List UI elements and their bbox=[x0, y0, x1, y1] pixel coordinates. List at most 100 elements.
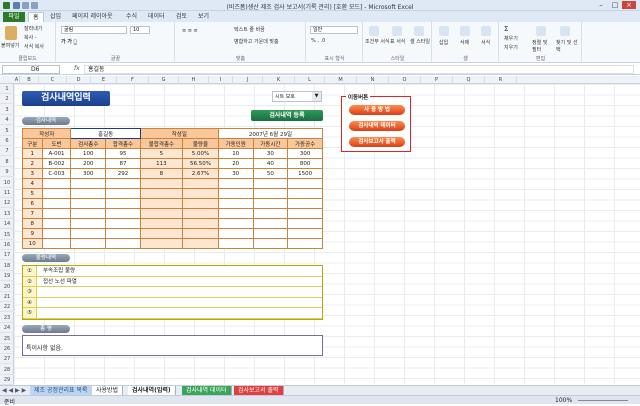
table-cell[interactable] bbox=[252, 238, 289, 249]
table-cell[interactable]: 2 bbox=[22, 158, 43, 169]
defect-row[interactable]: ③ bbox=[23, 287, 322, 298]
table-cell[interactable] bbox=[252, 188, 289, 199]
table-cell[interactable]: 292 bbox=[105, 168, 141, 179]
table-cell[interactable] bbox=[139, 228, 184, 239]
table-cell[interactable]: 40 bbox=[252, 158, 289, 169]
table-cell[interactable] bbox=[70, 228, 107, 239]
table-cell[interactable] bbox=[41, 178, 72, 189]
find-select-icon[interactable] bbox=[560, 26, 570, 36]
column-header[interactable]: P bbox=[421, 76, 453, 84]
table-cell[interactable] bbox=[70, 208, 107, 219]
cell-style-button[interactable]: 셀 스타일 bbox=[410, 38, 430, 45]
nav-usage-button[interactable]: 사 용 방 법 bbox=[349, 105, 405, 115]
bold-button[interactable]: 가 가 가̲ bbox=[61, 38, 77, 45]
table-cell[interactable] bbox=[287, 178, 323, 189]
table-cell[interactable]: 5 bbox=[139, 148, 184, 159]
row-header[interactable]: 18 bbox=[0, 261, 14, 271]
table-cell[interactable] bbox=[182, 238, 219, 249]
table-cell[interactable]: 9 bbox=[22, 228, 43, 239]
author-cell[interactable]: 홍길동 bbox=[70, 128, 141, 139]
table-cell[interactable] bbox=[252, 228, 289, 239]
date-cell[interactable]: 2007년 6월 29일 bbox=[217, 128, 324, 139]
table-cell[interactable] bbox=[287, 188, 323, 199]
delete-cells-button[interactable]: 삭제 bbox=[460, 39, 469, 46]
defect-row[interactable]: ② 접선 노선 파열 bbox=[23, 276, 322, 287]
number-format-combo[interactable]: 일반 bbox=[310, 26, 358, 34]
zoom-slider[interactable] bbox=[578, 400, 628, 401]
table-cell[interactable] bbox=[182, 188, 219, 199]
table-cell[interactable] bbox=[139, 218, 184, 229]
table-cell[interactable]: C-003 bbox=[41, 168, 72, 179]
row-header[interactable]: 1 bbox=[0, 84, 14, 94]
minimize-icon[interactable]: – bbox=[594, 1, 608, 9]
row-header[interactable]: 8 bbox=[0, 157, 14, 167]
tab-home[interactable]: 홈 bbox=[28, 12, 44, 22]
zoom-level[interactable]: 100% bbox=[555, 397, 572, 404]
row-header[interactable]: 10 bbox=[0, 178, 14, 188]
table-cell[interactable]: 113 bbox=[139, 158, 184, 169]
table-cell[interactable] bbox=[105, 188, 141, 199]
table-cell[interactable] bbox=[41, 238, 72, 249]
row-header[interactable]: 23 bbox=[0, 313, 14, 323]
table-cell[interactable] bbox=[287, 238, 323, 249]
table-cell[interactable] bbox=[70, 238, 107, 249]
tab-formulas[interactable]: 수식 bbox=[122, 12, 141, 22]
column-header[interactable]: K bbox=[263, 76, 295, 84]
row-header[interactable]: 26 bbox=[0, 344, 14, 354]
table-cell[interactable] bbox=[217, 228, 254, 239]
merge-center-button[interactable]: 병합하고 가운데 맞춤 bbox=[234, 38, 279, 45]
table-cell[interactable]: 7 bbox=[22, 208, 43, 219]
table-cell[interactable]: 5.00% bbox=[182, 148, 219, 159]
row-header[interactable]: 24 bbox=[0, 323, 14, 334]
table-cell[interactable] bbox=[41, 198, 72, 209]
row-header[interactable]: 15 bbox=[0, 230, 14, 240]
font-name-combo[interactable]: 굴림 bbox=[61, 26, 127, 34]
row-header[interactable]: 16 bbox=[0, 240, 14, 250]
table-cell[interactable] bbox=[139, 198, 184, 209]
fill-button[interactable]: 채우기 bbox=[504, 35, 518, 42]
table-cell[interactable]: 10 bbox=[217, 148, 254, 159]
defect-text[interactable] bbox=[37, 308, 43, 318]
column-header[interactable]: B bbox=[20, 76, 39, 84]
maximize-icon[interactable]: □ bbox=[608, 1, 622, 9]
column-header[interactable]: N bbox=[357, 76, 389, 84]
table-cell[interactable]: 10 bbox=[22, 238, 43, 249]
table-cell[interactable] bbox=[287, 218, 323, 229]
table-cell[interactable] bbox=[41, 228, 72, 239]
tab-file[interactable]: 파일 bbox=[3, 12, 25, 22]
table-cell[interactable]: 6 bbox=[22, 198, 43, 209]
copy-button[interactable]: 복사 - bbox=[24, 34, 37, 41]
sort-filter-icon[interactable] bbox=[536, 26, 546, 36]
conditional-format-button[interactable]: 조건부 서식 bbox=[365, 38, 390, 45]
column-header[interactable]: C bbox=[39, 76, 67, 84]
delete-cells-icon[interactable] bbox=[460, 26, 470, 36]
table-cell[interactable] bbox=[287, 228, 323, 239]
table-cell[interactable] bbox=[105, 228, 141, 239]
tab-review[interactable]: 검토 bbox=[172, 12, 191, 22]
table-cell[interactable]: 56.50% bbox=[182, 158, 219, 169]
table-cell[interactable]: 30 bbox=[252, 148, 289, 159]
table-cell[interactable] bbox=[252, 208, 289, 219]
column-header[interactable]: L bbox=[295, 76, 325, 84]
tab-insert[interactable]: 삽입 bbox=[46, 12, 65, 22]
table-cell[interactable]: 800 bbox=[287, 158, 323, 169]
row-header[interactable]: 19 bbox=[0, 271, 14, 282]
table-cell[interactable] bbox=[217, 188, 254, 199]
autosum-button[interactable]: Σ bbox=[504, 25, 508, 33]
table-cell[interactable]: 50 bbox=[252, 168, 289, 179]
paste-button[interactable]: 붙여넣기 bbox=[1, 42, 19, 49]
nav-data-button[interactable]: 검사내역 데이터 bbox=[349, 121, 405, 131]
defect-row[interactable]: ⑤ bbox=[23, 308, 322, 319]
table-cell[interactable] bbox=[105, 218, 141, 229]
row-header[interactable]: 28 bbox=[0, 365, 14, 375]
row-header[interactable]: 17 bbox=[0, 250, 14, 261]
row-header[interactable]: 20 bbox=[0, 282, 14, 292]
clear-button[interactable]: 지우기 bbox=[504, 44, 518, 51]
defect-text[interactable] bbox=[37, 298, 43, 308]
table-format-button[interactable]: 표 서식 bbox=[390, 38, 405, 45]
row-header[interactable]: 21 bbox=[0, 292, 14, 302]
column-header[interactable]: M bbox=[325, 76, 357, 84]
row-header[interactable]: 6 bbox=[0, 136, 14, 146]
table-cell[interactable] bbox=[217, 198, 254, 209]
format-cells-icon[interactable] bbox=[481, 26, 491, 36]
